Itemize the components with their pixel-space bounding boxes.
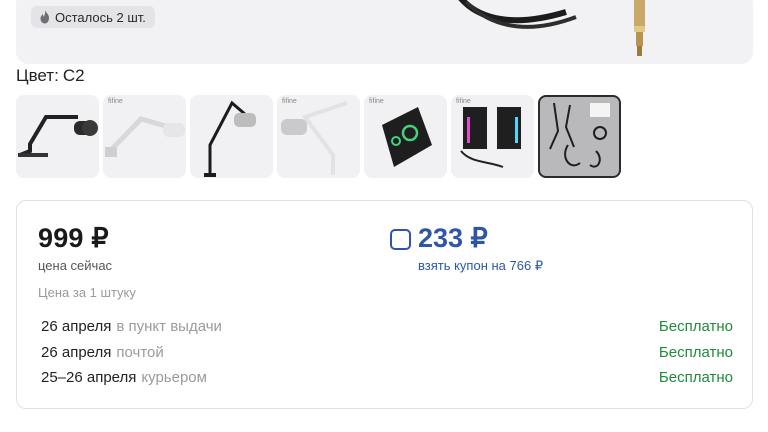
thumb-black-arm-with-mic[interactable] xyxy=(190,95,273,178)
product-cable-image xyxy=(458,0,645,56)
variant-value: C2 xyxy=(62,66,85,85)
product-image-area[interactable]: Осталось 2 шт. xyxy=(16,0,753,64)
delivery-options: 26 апреля в пункт выдачи Бесплатно 26 апр… xyxy=(41,317,733,394)
stock-badge: Осталось 2 шт. xyxy=(31,6,155,28)
fire-icon xyxy=(40,10,49,24)
mixer-icon xyxy=(382,107,432,167)
current-price: 999 ₽ xyxy=(38,223,109,253)
delivery-method: почтой xyxy=(116,343,164,361)
delivery-method: курьером xyxy=(141,369,207,386)
variant-thumbnails: fifine fifine fifine fifine xyxy=(16,95,621,178)
stock-badge-label: Осталось 2 шт. xyxy=(55,9,146,25)
delivery-date: 25–26 апреля xyxy=(41,369,137,386)
boom-arm-icon xyxy=(18,115,98,157)
thumb-audio-mixer[interactable]: fifine xyxy=(364,95,447,178)
thumb-accessories-kit[interactable] xyxy=(538,95,621,178)
delivery-row-courier: 25–26 апреля курьером Бесплатно xyxy=(41,368,733,394)
delivery-date: 26 апреля xyxy=(41,318,112,335)
coupon-price: 233 ₽ xyxy=(418,223,488,253)
delivery-cost: Бесплатно xyxy=(658,369,733,386)
delivery-cost: Бесплатно xyxy=(658,343,733,361)
white-arm-icon xyxy=(105,116,185,157)
unit-price-note: Цена за 1 штуку xyxy=(38,285,136,300)
delivery-row-post: 26 апреля почтой Бесплатно xyxy=(41,343,733,369)
speakers-icon xyxy=(460,107,521,168)
thumb-black-boom-arm[interactable] xyxy=(16,95,99,178)
delivery-cost: Бесплатно xyxy=(658,318,733,335)
current-price-caption: цена сейчас xyxy=(38,258,113,273)
thumb-white-arm-with-mic[interactable]: fifine xyxy=(277,95,360,178)
delivery-date: 26 апреля xyxy=(41,343,112,361)
delivery-method: в пункт выдачи xyxy=(116,318,222,335)
coupon-link[interactable]: взять купон на 766 ₽ xyxy=(418,258,543,274)
thumb-white-boom-arm[interactable]: fifine xyxy=(103,95,186,178)
thumb-rgb-speakers[interactable]: fifine xyxy=(451,95,534,178)
variant-label: Цвет: C2 xyxy=(16,66,85,85)
white-mic-arm-icon xyxy=(281,101,348,175)
price-card: 999 ₽ цена сейчас 233 ₽ взять купон на 7… xyxy=(16,200,753,409)
delivery-row-pickup: 26 апреля в пункт выдачи Бесплатно xyxy=(41,317,733,343)
coupon-checkbox[interactable] xyxy=(390,229,411,250)
mic-arm-icon xyxy=(204,100,256,177)
accessories-icon xyxy=(549,102,610,168)
